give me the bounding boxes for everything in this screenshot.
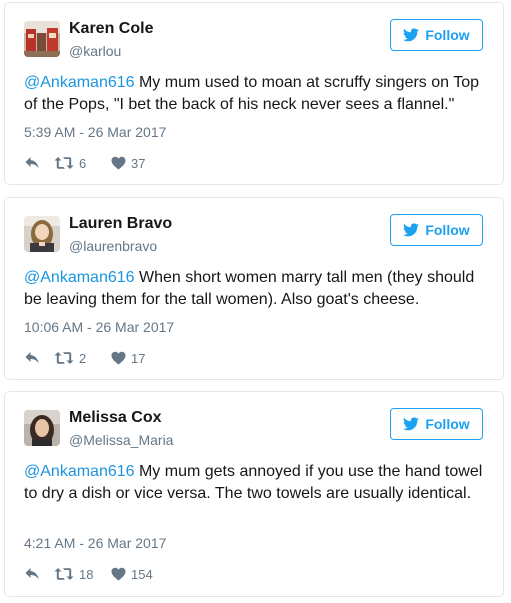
reply-icon (25, 157, 39, 169)
follow-button[interactable]: Follow (390, 214, 483, 246)
like-count: 17 (131, 350, 146, 366)
reply-button[interactable] (24, 156, 54, 170)
twitter-bird-icon (403, 223, 420, 237)
retweet-button[interactable]: 6 (54, 156, 111, 171)
tweet-card: Melissa Cox @Melissa_Maria Follow @Ankam… (4, 391, 504, 597)
user-handle[interactable]: @Melissa_Maria (69, 432, 173, 448)
display-name[interactable]: Lauren Bravo (69, 215, 172, 233)
follow-button[interactable]: Follow (390, 19, 483, 51)
heart-icon (111, 351, 126, 365)
tweet-timestamp[interactable]: 4:21 AM - 26 Mar 2017 (24, 535, 166, 551)
follow-label: Follow (425, 27, 470, 43)
display-name[interactable]: Karen Cole (69, 20, 153, 38)
retweet-count: 18 (79, 566, 94, 582)
tweet-actions: 2 17 (24, 348, 145, 368)
tweet-text: @Ankaman616 When short women marry tall … (24, 267, 485, 311)
mention-link[interactable]: @Ankaman616 (24, 463, 135, 480)
tweet-actions: 18 154 (24, 564, 153, 584)
retweet-icon (54, 568, 74, 580)
twitter-bird-icon (403, 417, 420, 431)
retweet-icon (54, 157, 74, 169)
tweet-text: @Ankaman616 My mum gets annoyed if you u… (24, 461, 485, 505)
user-handle[interactable]: @karlou (69, 43, 121, 59)
twitter-bird-icon (403, 28, 420, 42)
heart-icon (111, 567, 126, 581)
reply-button[interactable] (24, 351, 54, 365)
follow-label: Follow (425, 222, 470, 238)
follow-label: Follow (425, 416, 470, 432)
like-button[interactable]: 154 (111, 567, 153, 582)
heart-icon (111, 156, 126, 170)
tweet-feed: Karen Cole @karlou Follow @Ankaman616 My… (0, 0, 511, 603)
mention-link[interactable]: @Ankaman616 (24, 269, 135, 286)
retweet-count: 2 (79, 350, 87, 366)
user-handle[interactable]: @laurenbravo (69, 238, 157, 254)
retweet-count: 6 (79, 155, 87, 171)
reply-icon (25, 352, 39, 364)
like-button[interactable]: 17 (111, 351, 145, 366)
reply-icon (25, 568, 39, 580)
tweet-card: Lauren Bravo @laurenbravo Follow @Ankama… (4, 197, 504, 380)
tweet-actions: 6 37 (24, 153, 145, 173)
follow-button[interactable]: Follow (390, 408, 483, 440)
tweet-card: Karen Cole @karlou Follow @Ankaman616 My… (4, 2, 504, 185)
tweet-timestamp[interactable]: 10:06 AM - 26 Mar 2017 (24, 319, 174, 335)
like-count: 154 (131, 566, 153, 582)
retweet-button[interactable]: 18 (54, 567, 111, 582)
display-name[interactable]: Melissa Cox (69, 409, 161, 427)
reply-button[interactable] (24, 567, 54, 581)
avatar[interactable] (24, 410, 60, 446)
retweet-icon (54, 352, 74, 364)
like-button[interactable]: 37 (111, 156, 145, 171)
avatar[interactable] (24, 216, 60, 252)
mention-link[interactable]: @Ankaman616 (24, 74, 135, 91)
avatar[interactable] (24, 21, 60, 57)
retweet-button[interactable]: 2 (54, 351, 111, 366)
tweet-text: @Ankaman616 My mum used to moan at scruf… (24, 72, 485, 116)
like-count: 37 (131, 155, 146, 171)
tweet-timestamp[interactable]: 5:39 AM - 26 Mar 2017 (24, 124, 166, 140)
